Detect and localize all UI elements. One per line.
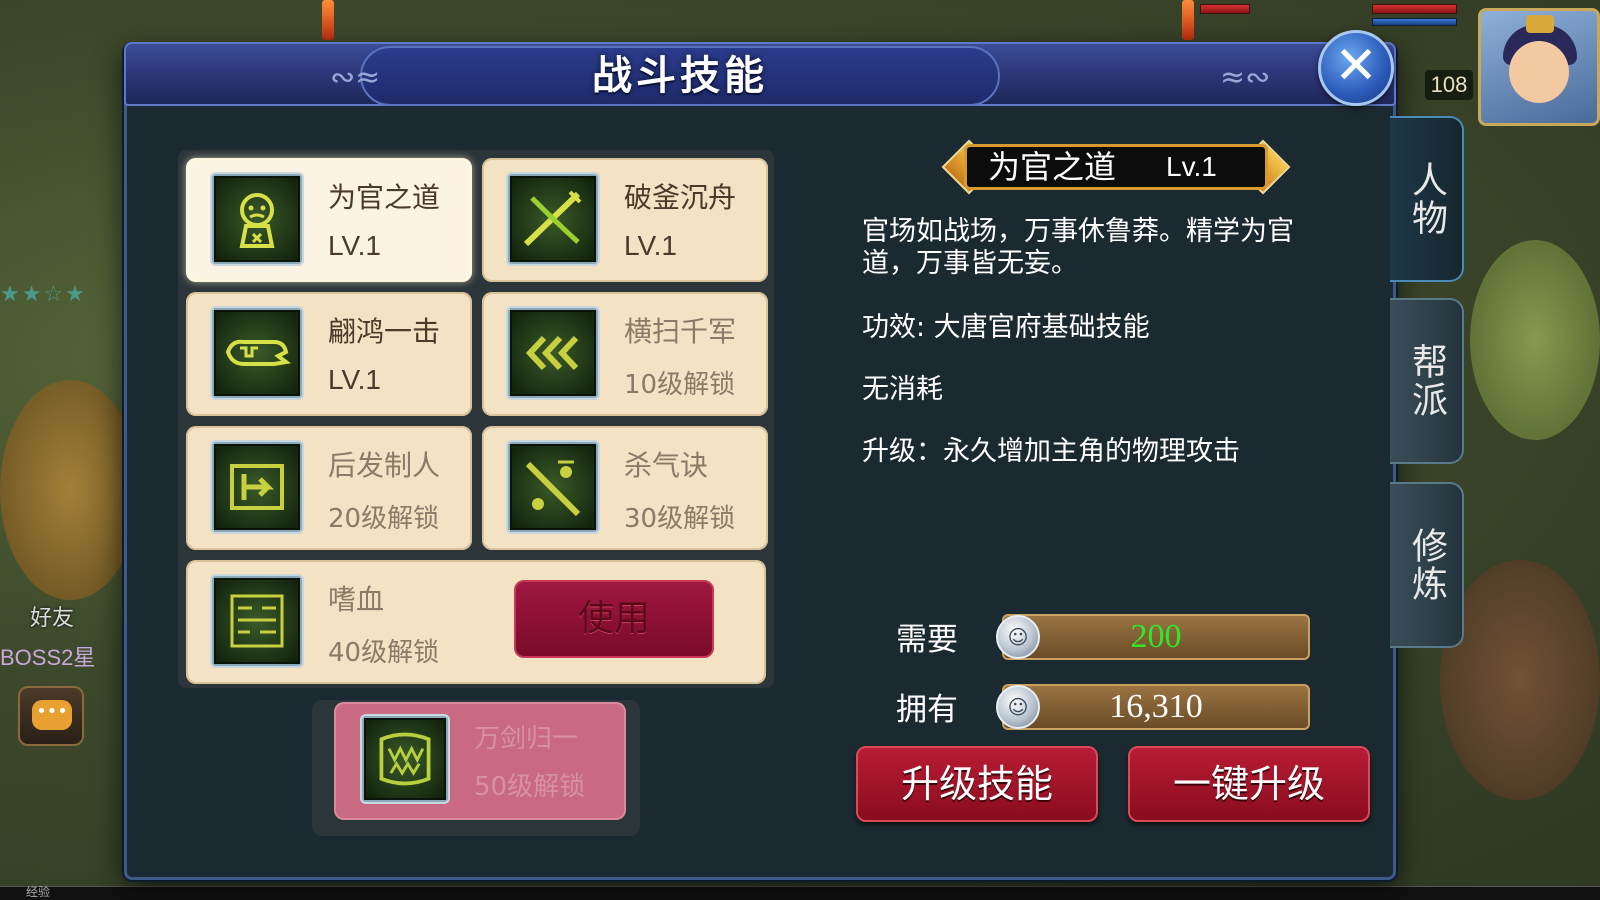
use-button[interactable]: 使用 (514, 580, 714, 658)
skill-card-pofuchenzhou[interactable]: 破釜沉舟 LV.1 (482, 158, 768, 282)
blood-runes-icon (210, 574, 304, 668)
owned-label: 拥有 (896, 692, 958, 728)
detail-cost: 无消耗 (862, 374, 943, 405)
skill-status: 50级解锁 (474, 772, 586, 802)
fanged-mouth-icon (360, 714, 450, 804)
detail-effect: 功效: 大唐官府基础技能 (862, 312, 1150, 343)
skill-name: 横扫千军 (624, 315, 737, 348)
skill-card-weiguanzhidao[interactable]: 为官之道 LV.1 (186, 158, 472, 282)
bird-strike-icon (210, 306, 304, 400)
bg-foliage (1470, 240, 1600, 440)
exp-label: 经验 (26, 885, 51, 899)
skill-card-wanjianguiyi[interactable]: 万剑归一 50级解锁 (334, 702, 626, 820)
bg-mp-bar (1372, 18, 1457, 26)
skill-name: 破釜沉舟 (624, 181, 737, 214)
tab-character[interactable]: 人物 (1390, 116, 1464, 282)
crossed-swords-icon (506, 172, 600, 266)
skill-card-houfazhiren[interactable]: 后发制人 20级解锁 (186, 426, 472, 550)
close-icon: ✕ (1334, 36, 1378, 96)
bg-lantern-pole (1182, 0, 1194, 40)
tab-label: 人物 (1406, 161, 1447, 237)
triple-chevron-icon (506, 306, 600, 400)
skill-name: 后发制人 (328, 449, 441, 482)
tab-training[interactable]: 修炼 (1390, 482, 1464, 648)
boss-text: BOSS2星 (0, 645, 96, 670)
bg-hp-bar (1372, 4, 1457, 14)
tab-label: 修炼 (1406, 527, 1447, 603)
skill-status: 30级解锁 (624, 504, 736, 534)
silver-coin-icon: ☺ (996, 615, 1040, 659)
player-level: 108 (1425, 70, 1473, 100)
detail-upgrade: 升级：永久增加主角的物理攻击 (862, 436, 1240, 467)
chat-button[interactable]: ••• (18, 686, 84, 746)
skill-status: LV.1 (328, 230, 381, 261)
skill-status: LV.1 (328, 364, 381, 395)
required-value: 200 (1002, 614, 1310, 660)
silver-coin-icon: ☺ (996, 685, 1040, 729)
close-button[interactable]: ✕ (1318, 30, 1394, 106)
bg-hp-bar-2 (1200, 4, 1250, 14)
tab-label: 帮派 (1406, 343, 1447, 419)
detail-description: 官场如战场，万事休鲁莽。精学为官道，万事皆无妄。 (862, 216, 1294, 279)
skill-card-hengsaoqianjun[interactable]: 横扫千军 10级解锁 (482, 292, 768, 416)
title-swirl-right-icon: ≈∾ (1220, 60, 1271, 95)
player-avatar[interactable] (1478, 8, 1600, 126)
skill-card-pianhongyiji[interactable]: 翩鸿一击 LV.1 (186, 292, 472, 416)
skill-name: 杀气诀 (624, 449, 709, 482)
skill-status: 20级解锁 (328, 504, 440, 534)
counter-arrow-icon (210, 440, 304, 534)
skill-name: 万剑归一 (474, 724, 579, 754)
bg-building (1440, 560, 1600, 800)
skill-name: 为官之道 (328, 181, 441, 214)
chat-bubble-icon: ••• (32, 700, 72, 730)
tab-guild[interactable]: 帮派 (1390, 298, 1464, 464)
one-click-upgrade-button[interactable]: 一键升级 (1128, 746, 1370, 822)
detail-skill-name: 为官之道 (988, 148, 1117, 186)
blade-aura-icon (506, 440, 600, 534)
skill-status: 40级解锁 (328, 638, 440, 668)
owned-value: 16,310 (1002, 684, 1310, 730)
bg-warrior-figure (0, 380, 140, 600)
window-title: 战斗技能 (592, 53, 768, 99)
bg-rating-stars: ★★☆★ (0, 282, 87, 307)
upgrade-skill-button[interactable]: 升级技能 (856, 746, 1098, 822)
skill-status: LV.1 (624, 230, 677, 261)
required-label: 需要 (896, 622, 958, 658)
skill-card-shaqijue[interactable]: 杀气诀 30级解锁 (482, 426, 768, 550)
skill-name: 翩鸿一击 (328, 315, 441, 348)
worried-face-icon (210, 172, 304, 266)
bg-lantern-pole (322, 0, 334, 40)
detail-skill-level: Lv.1 (1166, 151, 1217, 182)
exp-bar (0, 886, 1600, 900)
friend-label[interactable]: 好友 (30, 600, 74, 632)
skill-name: 嗜血 (328, 583, 385, 616)
skill-status: 10级解锁 (624, 370, 736, 400)
